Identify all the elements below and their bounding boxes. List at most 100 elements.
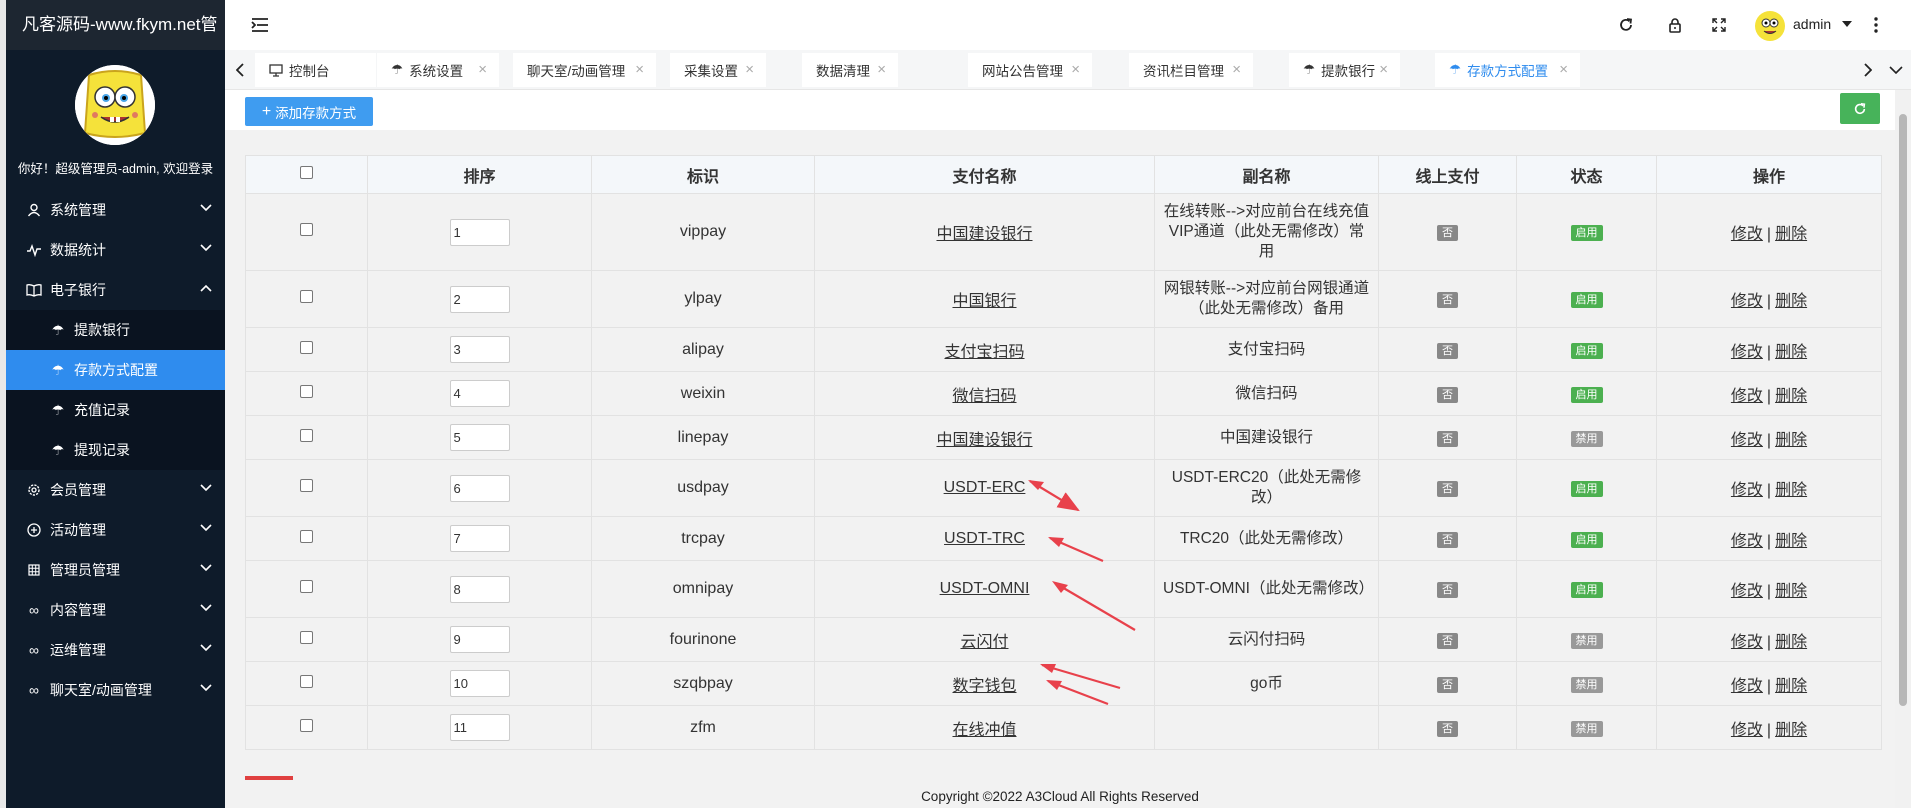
- pay-name-link[interactable]: 微信扫码: [952, 388, 1016, 405]
- more-vertical-icon[interactable]: [1865, 14, 1887, 36]
- delete-link[interactable]: 删除: [1775, 678, 1807, 695]
- sidebar-item-members[interactable]: 会员管理: [6, 470, 225, 510]
- close-icon[interactable]: ×: [478, 61, 487, 78]
- status-badge[interactable]: 禁用: [1570, 676, 1603, 693]
- edit-link[interactable]: 修改: [1731, 482, 1763, 499]
- row-checkbox[interactable]: [300, 479, 313, 492]
- pay-name-link[interactable]: 云闪付: [960, 634, 1008, 651]
- status-badge[interactable]: 启用: [1570, 292, 1603, 308]
- delete-link[interactable]: 删除: [1775, 388, 1807, 405]
- tabs-dropdown-icon[interactable]: [1881, 50, 1911, 90]
- select-all-checkbox[interactable]: [300, 165, 313, 179]
- close-icon[interactable]: ×: [877, 61, 886, 78]
- scrollbar-thumb[interactable]: [1899, 114, 1907, 706]
- delete-link[interactable]: 删除: [1775, 533, 1807, 550]
- sidebar-item-ops[interactable]: ∞ 运维管理: [6, 630, 225, 670]
- tabs-scroll-right-icon[interactable]: [1853, 50, 1883, 90]
- online-pay-badge[interactable]: 否: [1437, 386, 1458, 403]
- edit-link[interactable]: 修改: [1731, 533, 1763, 550]
- edit-link[interactable]: 修改: [1731, 722, 1763, 739]
- row-checkbox[interactable]: [300, 290, 313, 303]
- edit-link[interactable]: 修改: [1731, 226, 1763, 243]
- row-checkbox[interactable]: [300, 718, 313, 732]
- sort-input[interactable]: 3: [449, 336, 510, 363]
- sidebar-item-admins[interactable]: 管理员管理: [6, 550, 225, 590]
- column-header[interactable]: 状态: [1516, 155, 1657, 194]
- pay-name-link[interactable]: 数字钱包: [952, 678, 1016, 695]
- delete-link[interactable]: 删除: [1775, 482, 1807, 499]
- status-badge[interactable]: 启用: [1570, 386, 1603, 403]
- pay-name-link[interactable]: 支付宝扫码: [944, 344, 1024, 361]
- tab-chatroom[interactable]: 聊天室/动画管理 ×: [513, 53, 656, 87]
- delete-link[interactable]: 删除: [1775, 226, 1807, 243]
- delete-link[interactable]: 删除: [1775, 432, 1807, 449]
- row-checkbox[interactable]: [300, 529, 313, 543]
- sort-input[interactable]: 8: [449, 575, 510, 603]
- edit-link[interactable]: 修改: [1731, 583, 1763, 600]
- column-header[interactable]: 标识: [591, 155, 815, 194]
- online-pay-badge[interactable]: 否: [1437, 531, 1458, 548]
- column-header[interactable]: 支付名称: [814, 155, 1155, 194]
- tab-withdraw-bank[interactable]: ☂ 提款银行 ×: [1289, 53, 1400, 87]
- edit-link[interactable]: 修改: [1731, 432, 1763, 449]
- sidebar-item-stats[interactable]: 数据统计: [6, 230, 225, 270]
- delete-link[interactable]: 删除: [1775, 634, 1807, 651]
- sort-input[interactable]: 4: [449, 380, 510, 407]
- tab-dashboard[interactable]: 控制台: [255, 53, 376, 87]
- online-pay-badge[interactable]: 否: [1437, 720, 1458, 737]
- sort-input[interactable]: 1: [449, 218, 510, 246]
- online-pay-badge[interactable]: 否: [1437, 676, 1458, 693]
- edit-link[interactable]: 修改: [1731, 678, 1763, 695]
- status-badge[interactable]: 启用: [1570, 481, 1603, 497]
- delete-link[interactable]: 删除: [1775, 722, 1807, 739]
- sidebar-subitem-recharge-records[interactable]: ☂ 充值记录: [6, 390, 225, 430]
- sort-input[interactable]: 6: [449, 474, 510, 502]
- tab-site-announcements[interactable]: 网站公告管理 ×: [968, 53, 1092, 87]
- pay-name-link[interactable]: 在线冲值: [952, 722, 1016, 739]
- tab-system-settings[interactable]: ☂ 系统设置 ×: [377, 53, 499, 87]
- sidebar-item-system[interactable]: 系统管理: [6, 190, 225, 230]
- column-header[interactable]: 操作: [1656, 155, 1882, 194]
- table-refresh-button[interactable]: [1840, 93, 1880, 124]
- close-icon[interactable]: ×: [1379, 61, 1388, 78]
- close-icon[interactable]: ×: [1071, 61, 1080, 78]
- caret-down-icon[interactable]: [1842, 21, 1852, 27]
- status-badge[interactable]: 启用: [1570, 582, 1603, 598]
- pay-name-link[interactable]: 中国建设银行: [936, 432, 1032, 449]
- online-pay-badge[interactable]: 否: [1437, 342, 1458, 359]
- menu-toggle-icon[interactable]: [249, 14, 271, 36]
- tab-data-cleanup[interactable]: 数据清理 ×: [802, 53, 898, 87]
- pay-name-link[interactable]: USDT-OMNI: [940, 580, 1030, 597]
- sort-input[interactable]: 7: [449, 525, 510, 552]
- scrollbar[interactable]: [1895, 90, 1911, 808]
- pay-name-link[interactable]: USDT-ERC: [944, 479, 1026, 496]
- lock-icon[interactable]: [1664, 14, 1686, 36]
- edit-link[interactable]: 修改: [1731, 344, 1763, 361]
- row-checkbox[interactable]: [300, 223, 313, 236]
- delete-link[interactable]: 删除: [1775, 293, 1807, 310]
- close-icon[interactable]: ×: [1232, 61, 1241, 78]
- column-header[interactable]: 排序: [367, 155, 592, 194]
- column-header[interactable]: 线上支付: [1378, 155, 1517, 194]
- sort-input[interactable]: 11: [449, 714, 510, 741]
- close-icon[interactable]: ×: [635, 61, 644, 78]
- close-icon[interactable]: ×: [1559, 61, 1568, 78]
- edit-link[interactable]: 修改: [1731, 388, 1763, 405]
- pay-name-link[interactable]: USDT-TRC: [944, 530, 1025, 547]
- sidebar-item-content[interactable]: ∞ 内容管理: [6, 590, 225, 630]
- edit-link[interactable]: 修改: [1731, 634, 1763, 651]
- row-checkbox[interactable]: [300, 340, 313, 354]
- status-badge[interactable]: 禁用: [1570, 430, 1603, 447]
- pay-name-link[interactable]: 中国建设银行: [936, 226, 1032, 243]
- status-badge[interactable]: 禁用: [1570, 632, 1603, 649]
- tab-collection-settings[interactable]: 采集设置 ×: [670, 53, 766, 87]
- row-checkbox[interactable]: [300, 580, 313, 593]
- close-icon[interactable]: ×: [745, 61, 754, 78]
- delete-link[interactable]: 删除: [1775, 583, 1807, 600]
- status-badge[interactable]: 启用: [1570, 342, 1603, 359]
- online-pay-badge[interactable]: 否: [1437, 430, 1458, 447]
- online-pay-badge[interactable]: 否: [1437, 225, 1458, 241]
- status-badge[interactable]: 启用: [1570, 225, 1603, 241]
- row-checkbox[interactable]: [300, 384, 313, 398]
- delete-link[interactable]: 删除: [1775, 344, 1807, 361]
